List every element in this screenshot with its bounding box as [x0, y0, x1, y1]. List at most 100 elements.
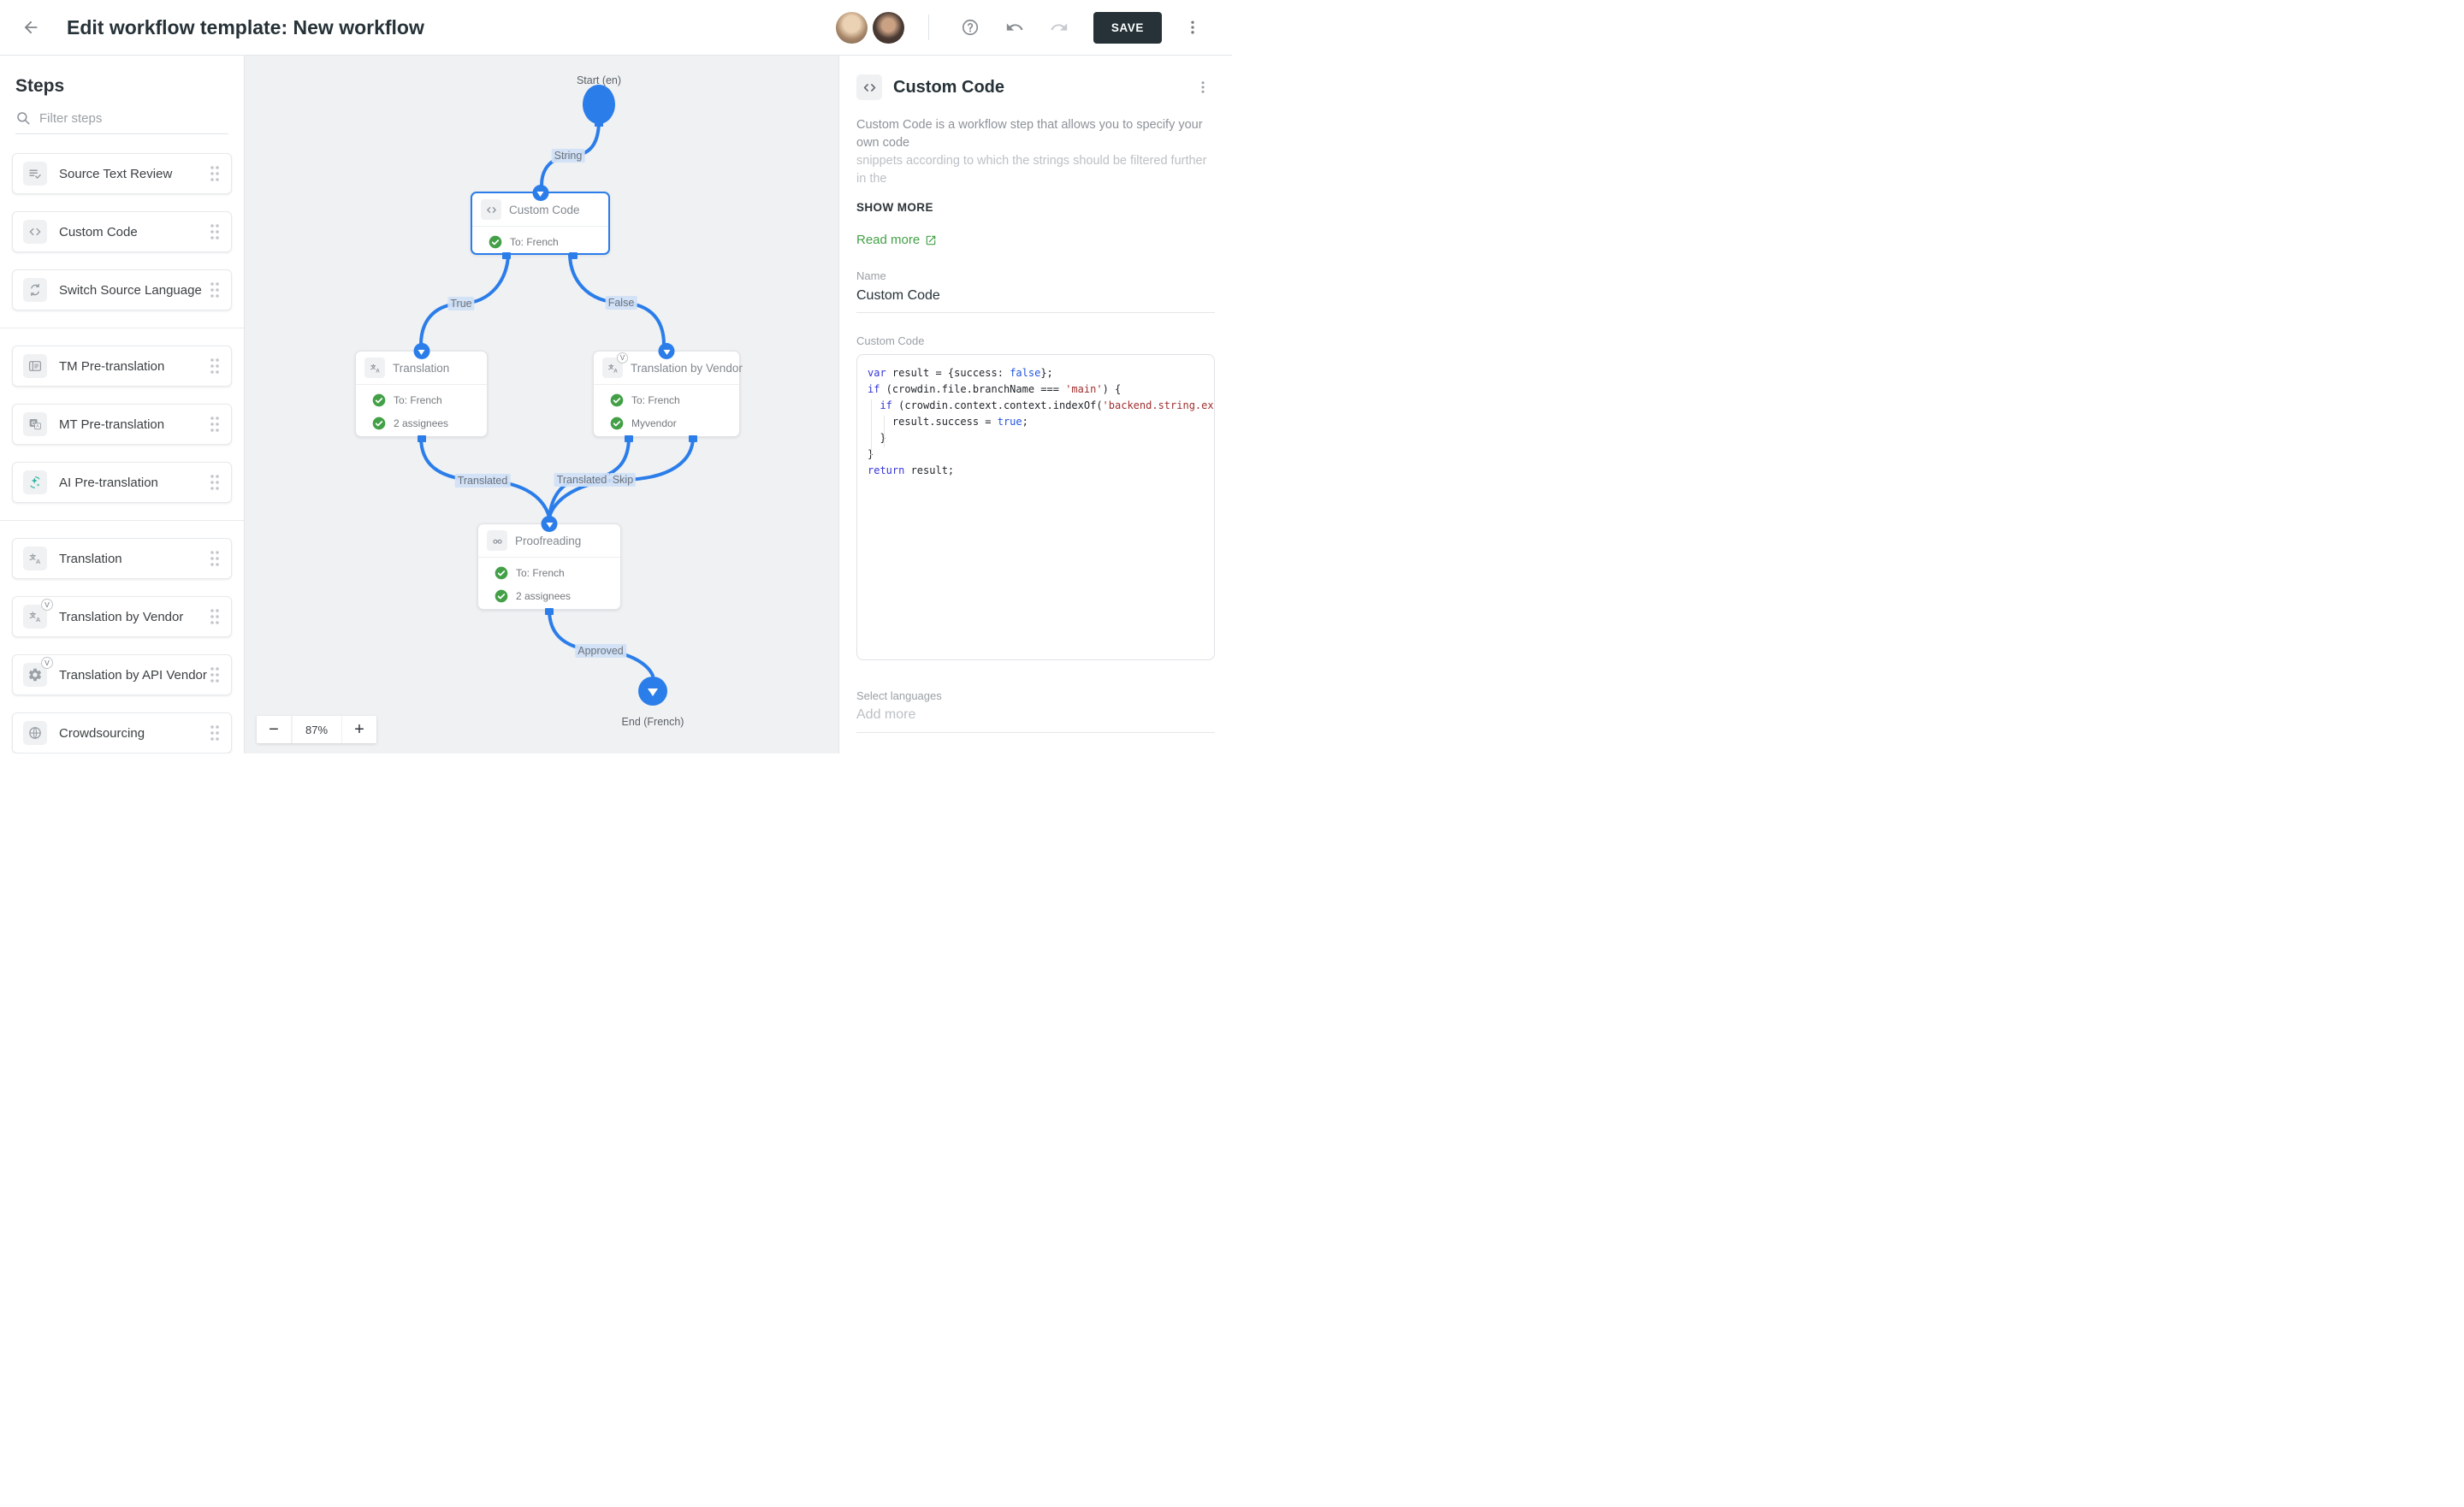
workflow-canvas[interactable]: Start (en) End (French) Custom CodeTo: F…: [245, 56, 838, 754]
undo-icon: [1005, 18, 1024, 37]
drag-handle-icon[interactable]: [209, 665, 221, 684]
code-line: result.success = true;: [868, 414, 1204, 430]
start-node-port: [595, 121, 603, 127]
step-card-translation-by-api-vendor[interactable]: VTranslation by API Vendor: [12, 654, 232, 695]
drag-handle-icon[interactable]: [209, 724, 221, 742]
drag-handle-icon[interactable]: [209, 549, 221, 568]
step-card-tm-pre-translation[interactable]: TM Pre-translation: [12, 346, 232, 387]
avatar[interactable]: [873, 12, 904, 44]
group-divider: [0, 520, 244, 521]
workflow-node-proofreading[interactable]: Proofreading To: French 2 assignees: [477, 523, 621, 610]
code-line: }: [868, 446, 1204, 463]
steps-sidebar: Steps Source Text ReviewCustom CodeSwitc…: [0, 56, 245, 754]
check-circle-icon: [495, 566, 508, 580]
step-label: Custom Code: [59, 225, 138, 239]
redo-button[interactable]: [1045, 13, 1074, 42]
zoom-controls: − 87% +: [257, 716, 376, 743]
step-description: Custom Code is a workflow step that allo…: [856, 116, 1215, 188]
help-button[interactable]: [956, 13, 985, 42]
step-label: TM Pre-translation: [59, 359, 164, 374]
edge-arrow-marker: [659, 343, 675, 359]
check-circle-icon: [372, 393, 386, 407]
workflow-edges: [245, 56, 838, 754]
node-detail-row: To: French: [478, 561, 620, 584]
node-detail-text: To: French: [394, 394, 442, 406]
edge-label-false: False: [606, 296, 637, 310]
kebab-icon: [1184, 19, 1201, 36]
language-row-french: French: [856, 748, 1215, 754]
drag-handle-icon[interactable]: [209, 281, 221, 299]
custom-code-icon: [23, 220, 47, 244]
redo-icon: [1050, 18, 1069, 37]
step-card-ai-pre-translation[interactable]: AI Pre-translation: [12, 462, 232, 503]
drag-handle-icon[interactable]: [209, 357, 221, 375]
output-port[interactable]: [625, 435, 633, 442]
code-line: var result = {success: false};: [868, 365, 1204, 381]
output-port[interactable]: [545, 608, 554, 615]
step-card-mt-pre-translation[interactable]: GA MT Pre-translation: [12, 404, 232, 445]
kebab-icon: [1195, 80, 1211, 95]
read-more-link[interactable]: Read more: [856, 233, 937, 247]
back-button[interactable]: [19, 15, 43, 39]
description-line: snippets according to which the strings …: [856, 152, 1215, 188]
output-port[interactable]: [418, 435, 426, 442]
node-title: Translation by Vendor: [631, 362, 743, 375]
translation-icon: A: [23, 547, 47, 570]
gear-icon: V: [23, 663, 47, 687]
step-card-translation-by-vendor[interactable]: AVTranslation by Vendor: [12, 596, 232, 637]
avatar[interactable]: [836, 12, 868, 44]
step-card-translation[interactable]: ATranslation: [12, 538, 232, 579]
add-language-input[interactable]: [856, 702, 1215, 733]
workflow-node-translation-by-vendor[interactable]: AV Translation by Vendor To: FrenchMyvendo…: [593, 351, 740, 437]
node-detail-row: To: French: [594, 388, 739, 411]
custom-code-field-label: Custom Code: [856, 334, 1215, 347]
node-title: Translation: [393, 362, 449, 375]
step-label: MT Pre-translation: [59, 417, 164, 432]
node-detail-row: To: French: [472, 230, 608, 253]
filter-steps-input[interactable]: [39, 111, 210, 126]
node-details: To: French: [472, 226, 608, 257]
zoom-out-button[interactable]: −: [257, 716, 291, 743]
node-detail-row: To: French: [356, 388, 487, 411]
output-port[interactable]: [569, 252, 578, 259]
translation-icon: AV: [602, 358, 623, 378]
output-port[interactable]: [689, 435, 697, 442]
drag-handle-icon[interactable]: [209, 164, 221, 183]
zoom-in-button[interactable]: +: [342, 716, 376, 743]
step-card-source-text-review[interactable]: Source Text Review: [12, 153, 232, 194]
code-editor[interactable]: var result = {success: false};if (crowdi…: [856, 354, 1215, 660]
node-detail-text: 2 assignees: [394, 417, 448, 429]
mt-pretranslation-icon: GA: [23, 412, 47, 436]
drag-handle-icon[interactable]: [209, 222, 221, 241]
drag-handle-icon[interactable]: [209, 607, 221, 626]
panel-more-options-button[interactable]: [1191, 75, 1215, 99]
name-input[interactable]: [856, 282, 1215, 313]
indent-guide: [871, 399, 872, 458]
search-icon: [15, 110, 31, 126]
undo-button[interactable]: [1000, 13, 1029, 42]
read-more-label: Read more: [856, 233, 920, 247]
workflow-node-custom-code[interactable]: Custom CodeTo: French: [471, 192, 610, 255]
check-circle-icon: [372, 417, 386, 430]
edge-label-translated: Translated: [455, 474, 511, 488]
drag-handle-icon[interactable]: [209, 473, 221, 492]
workflow-node-translation[interactable]: ATranslationTo: French2 assignees: [355, 351, 488, 437]
step-card-crowdsourcing[interactable]: Crowdsourcing: [12, 712, 232, 754]
output-port[interactable]: [502, 252, 511, 259]
code-line: return result;: [868, 463, 1204, 479]
tm-pretranslation-icon: [23, 354, 47, 378]
show-more-button[interactable]: SHOW MORE: [856, 201, 933, 214]
switch-source-language-icon: [23, 278, 47, 302]
step-card-switch-source-language[interactable]: Switch Source Language: [12, 269, 232, 310]
edge-arrow-marker: [413, 343, 429, 359]
step-card-custom-code[interactable]: Custom Code: [12, 211, 232, 252]
save-button[interactable]: SAVE: [1093, 12, 1162, 44]
more-options-button[interactable]: [1178, 13, 1207, 42]
node-details: To: FrenchMyvendor: [594, 384, 739, 438]
start-node[interactable]: [583, 85, 615, 124]
edge-label-approved: Approved: [575, 644, 626, 658]
source-text-review-icon: [23, 162, 47, 186]
node-detail-text: 2 assignees: [516, 590, 571, 602]
node-title: Proofreading: [515, 535, 581, 547]
drag-handle-icon[interactable]: [209, 415, 221, 434]
